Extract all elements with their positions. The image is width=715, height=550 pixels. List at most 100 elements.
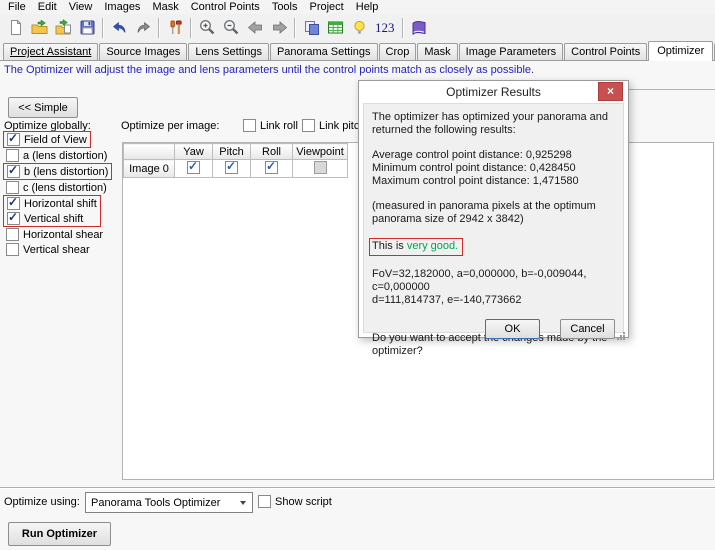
avg-distance-text: Average control point distance: 0,925298 bbox=[372, 149, 615, 162]
checkbox-icon[interactable] bbox=[6, 149, 19, 162]
toolbar-separator bbox=[158, 18, 160, 38]
roll-checkbox-checked[interactable] bbox=[265, 161, 278, 174]
fov-parameters-line2: d=111,814737, e=-140,773662 bbox=[372, 294, 615, 307]
toolbar-separator bbox=[190, 18, 192, 38]
checkbox-checked-icon[interactable] bbox=[7, 212, 20, 225]
checkbox-checked-icon[interactable] bbox=[7, 197, 20, 210]
preferences-tools-icon[interactable] bbox=[163, 16, 187, 40]
zoom-in-icon[interactable] bbox=[195, 16, 219, 40]
show-images-icon[interactable] bbox=[299, 16, 323, 40]
chevron-down-icon bbox=[240, 501, 246, 505]
tab-crop[interactable]: Crop bbox=[379, 43, 417, 60]
tab-image-parameters[interactable]: Image Parameters bbox=[459, 43, 563, 60]
ok-button[interactable]: OK bbox=[485, 319, 540, 339]
show-script-label: Show script bbox=[275, 496, 332, 508]
option-label: Vertical shift bbox=[24, 213, 83, 225]
menu-file[interactable]: File bbox=[2, 0, 32, 14]
link-pitch-checkbox[interactable]: Link pitch bbox=[302, 119, 365, 132]
toolbar-separator bbox=[294, 18, 296, 38]
show-script-checkbox[interactable]: Show script bbox=[258, 495, 332, 508]
verdict-text: This is very good. bbox=[369, 238, 463, 256]
min-distance-text: Minimum control point distance: 0,428450 bbox=[372, 162, 615, 175]
footer-separator bbox=[0, 487, 715, 489]
resize-grip[interactable] bbox=[623, 332, 625, 334]
next-image-icon[interactable] bbox=[267, 16, 291, 40]
tab-label: Panorama Settings bbox=[277, 46, 371, 58]
cell-viewpoint bbox=[293, 160, 348, 178]
tab-project-assistant[interactable]: Project Assistant bbox=[3, 43, 98, 60]
option-vertical-shift[interactable]: Vertical shift bbox=[4, 211, 86, 226]
checkbox-checked-icon[interactable] bbox=[7, 165, 20, 178]
menu-images[interactable]: Images bbox=[98, 0, 146, 14]
open-project-icon[interactable] bbox=[27, 16, 51, 40]
col-header-yaw: Yaw bbox=[175, 144, 213, 160]
shift-options-group: Horizontal shift Vertical shift bbox=[3, 195, 101, 227]
save-project-as-icon[interactable] bbox=[51, 16, 75, 40]
pitch-checkbox-checked[interactable] bbox=[225, 161, 238, 174]
tab-source-images[interactable]: Source Images bbox=[99, 43, 187, 60]
link-roll-checkbox[interactable]: Link roll bbox=[243, 119, 298, 132]
help-book-icon[interactable] bbox=[407, 16, 431, 40]
dialog-title: Optimizer Results bbox=[359, 81, 628, 103]
tab-label: Source Images bbox=[106, 46, 180, 58]
table-row-image0: Image 0 bbox=[124, 160, 348, 178]
zoom-out-icon[interactable] bbox=[219, 16, 243, 40]
option-label: Horizontal shift bbox=[24, 198, 97, 210]
option-b-lens-distortion[interactable]: b (lens distortion) bbox=[3, 163, 112, 180]
option-horizontal-shear[interactable]: Horizontal shear bbox=[3, 227, 106, 242]
option-c-lens-distortion[interactable]: c (lens distortion) bbox=[3, 180, 110, 195]
option-a-lens-distortion[interactable]: a (lens distortion) bbox=[3, 148, 110, 163]
per-image-table: Yaw Pitch Roll Viewpoint Image 0 bbox=[123, 143, 348, 178]
cancel-button[interactable]: Cancel bbox=[560, 319, 615, 339]
run-optimizer-button[interactable]: Run Optimizer bbox=[8, 522, 111, 546]
optimize-globally-list: Field of View a (lens distortion) b (len… bbox=[3, 131, 112, 257]
tab-panorama-settings[interactable]: Panorama Settings bbox=[270, 43, 378, 60]
checkbox-icon[interactable] bbox=[6, 181, 19, 194]
optimizer-engine-select[interactable]: Panorama Tools Optimizer bbox=[85, 492, 253, 513]
menu-edit[interactable]: Edit bbox=[32, 0, 63, 14]
previous-image-icon[interactable] bbox=[243, 16, 267, 40]
viewpoint-checkbox-disabled[interactable] bbox=[314, 161, 327, 174]
tab-strip: Project Assistant Source Images Lens Set… bbox=[0, 41, 715, 61]
checkbox-icon[interactable] bbox=[6, 228, 19, 241]
checkbox-icon[interactable] bbox=[243, 119, 256, 132]
simple-mode-button[interactable]: << Simple bbox=[8, 97, 78, 118]
optimizer-results-dialog: Optimizer Results × The optimizer has op… bbox=[358, 80, 629, 338]
hugin-window: File Edit View Images Mask Control Point… bbox=[0, 0, 715, 550]
menu-mask[interactable]: Mask bbox=[146, 0, 184, 14]
menu-tools[interactable]: Tools bbox=[266, 0, 304, 14]
close-icon[interactable]: × bbox=[598, 82, 623, 101]
redo-icon[interactable] bbox=[131, 16, 155, 40]
checkbox-icon[interactable] bbox=[6, 243, 19, 256]
menu-control-points[interactable]: Control Points bbox=[185, 0, 266, 14]
tab-optimizer[interactable]: Optimizer bbox=[648, 41, 713, 61]
background-panel-edge bbox=[628, 89, 715, 90]
preview-lightbulb-icon[interactable] bbox=[347, 16, 371, 40]
menu-help[interactable]: Help bbox=[350, 0, 385, 14]
menu-project[interactable]: Project bbox=[304, 0, 350, 14]
menu-bar: File Edit View Images Mask Control Point… bbox=[0, 0, 715, 14]
tab-control-points[interactable]: Control Points bbox=[564, 43, 647, 60]
tab-mask[interactable]: Mask bbox=[417, 43, 457, 60]
col-header-roll: Roll bbox=[251, 144, 293, 160]
undo-icon[interactable] bbox=[107, 16, 131, 40]
tab-label: Control Points bbox=[571, 46, 640, 58]
option-vertical-shear[interactable]: Vertical shear bbox=[3, 242, 93, 257]
option-horizontal-shift[interactable]: Horizontal shift bbox=[4, 196, 100, 211]
image-table-icon[interactable] bbox=[323, 16, 347, 40]
option-field-of-view[interactable]: Field of View bbox=[3, 131, 91, 148]
optimize-using-label: Optimize using: bbox=[4, 496, 80, 508]
tab-label: Crop bbox=[386, 46, 410, 58]
checkbox-checked-icon[interactable] bbox=[7, 133, 20, 146]
tab-lens-settings[interactable]: Lens Settings bbox=[188, 43, 269, 60]
yaw-checkbox-checked[interactable] bbox=[187, 161, 200, 174]
num-transform-icon[interactable]: 123 bbox=[371, 20, 399, 36]
checkbox-icon[interactable] bbox=[258, 495, 271, 508]
menu-view[interactable]: View bbox=[63, 0, 99, 14]
checkbox-icon[interactable] bbox=[302, 119, 315, 132]
optimizer-tab-content: The Optimizer will adjust the image and … bbox=[0, 61, 715, 550]
save-project-icon[interactable] bbox=[75, 16, 99, 40]
new-project-icon[interactable] bbox=[3, 16, 27, 40]
tab-label: Image Parameters bbox=[466, 46, 556, 58]
verdict-highlight: very good. bbox=[407, 240, 458, 252]
